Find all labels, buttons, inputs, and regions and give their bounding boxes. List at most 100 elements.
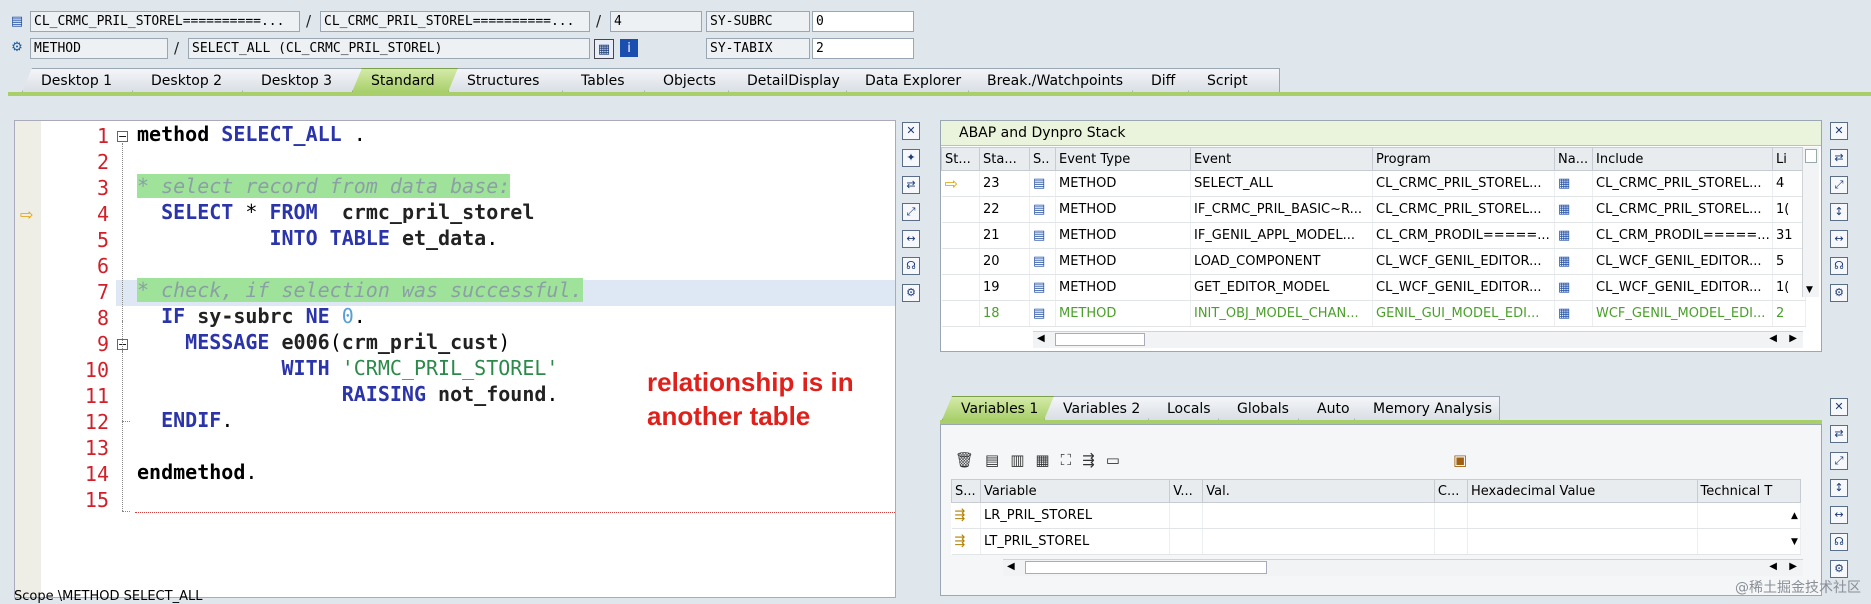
sysvar-value-subrc[interactable]: 0 (812, 11, 914, 32)
tab-structures[interactable]: Structures (448, 68, 578, 92)
settings-icon[interactable]: ⚙ (1830, 560, 1848, 578)
navigate-icon[interactable]: ▦ (594, 39, 614, 59)
fullscreen-icon[interactable]: ⤢ (902, 203, 920, 221)
scroll-thumb[interactable] (1055, 333, 1145, 346)
table-row[interactable]: ⇶ LR_PRIL_STOREL (951, 502, 1802, 529)
variables-horizontal-scrollbar[interactable]: ◀ ◀ ▶ (1003, 559, 1803, 576)
col-hex-value[interactable]: Hexadecimal Value (1466, 479, 1698, 503)
col-line[interactable]: Li (1772, 147, 1806, 171)
table-row[interactable]: 20 ▤ METHOD LOAD_COMPONENT CL_WCF_GENIL_… (941, 248, 1806, 275)
table-icon[interactable]: ▤ (985, 451, 1010, 469)
tab-objects[interactable]: Objects (644, 68, 744, 92)
class-field[interactable]: CL_CRMC_PRIL_STOREL==========... (30, 11, 300, 32)
col-v[interactable]: V... (1169, 479, 1204, 503)
navigate-icon[interactable]: ▦ (1558, 202, 1570, 217)
scroll-left-icon[interactable]: ◀ (1037, 333, 1045, 344)
export-icon[interactable]: ▦ (1035, 451, 1060, 469)
col-program[interactable]: Program (1372, 147, 1555, 171)
scroll-right-icon[interactable]: ▶ (1789, 561, 1797, 572)
col-variable[interactable]: Variable (979, 479, 1171, 503)
table-row[interactable]: 18 ▤ METHOD INIT_OBJ_MODEL_CHAN... GENIL… (941, 300, 1806, 327)
tab-detaildisplay[interactable]: DetailDisplay (728, 68, 862, 92)
copy-icon[interactable]: ▥ (1010, 451, 1035, 469)
navigate-icon[interactable]: ▦ (1558, 254, 1570, 269)
tab-desktop-1[interactable]: Desktop 1 (22, 68, 146, 92)
scroll-left-icon[interactable]: ◀ (1007, 561, 1015, 572)
stack-vertical-scrollbar[interactable]: ▼ (1802, 147, 1819, 297)
line-field[interactable]: 4 (610, 11, 702, 32)
navigate-icon[interactable]: ▦ (1558, 228, 1570, 243)
scroll-right-icon[interactable]: ▶ (1789, 333, 1797, 344)
tab-desktop-2[interactable]: Desktop 2 (132, 68, 258, 92)
table-row[interactable]: ⇶ LT_PRIL_STOREL (951, 528, 1802, 555)
info-icon[interactable]: i (620, 39, 638, 57)
code-text[interactable]: method SELECT_ALL . * select record from… (137, 121, 583, 485)
scroll-thumb[interactable] (1025, 561, 1267, 574)
fold-toggle-icon[interactable]: − (117, 131, 128, 142)
tab-breakpoints[interactable]: Break./Watchpoints (968, 68, 1148, 92)
services-icon[interactable]: ☊ (1830, 257, 1848, 275)
table-row[interactable]: 19 ▤ METHOD GET_EDITOR_MODEL CL_WCF_GENI… (941, 274, 1806, 301)
save-icon[interactable]: ▣ (1453, 451, 1467, 469)
col-c[interactable]: C... (1433, 479, 1468, 503)
col-technical-type[interactable]: Technical T (1696, 479, 1802, 503)
col-level[interactable]: Sta... (979, 147, 1030, 171)
delete-icon[interactable]: 🗑 (955, 451, 985, 469)
column-settings-icon[interactable] (1805, 149, 1817, 163)
scroll-down-icon[interactable]: ▼ (1806, 285, 1813, 295)
fullscreen-icon[interactable]: ⤢ (1830, 452, 1848, 470)
new-tool-icon[interactable]: ✦ (902, 149, 920, 167)
resize-icon[interactable]: ↔ (1830, 230, 1848, 248)
table-row[interactable]: 22 ▤ METHOD IF_CRMC_PRIL_BASIC~R... CL_C… (941, 196, 1806, 223)
tab-variables-2[interactable]: Variables 2 (1044, 396, 1162, 420)
col-na[interactable]: Na... (1554, 147, 1593, 171)
source-editor[interactable]: ⇨ 1 2 3 4 5 6 7 8 9 10 11 12 13 14 15 − … (14, 120, 896, 598)
tab-variables-1[interactable]: Variables 1 (942, 396, 1058, 420)
tab-standard[interactable]: Standard (352, 68, 464, 92)
table-row[interactable]: ⇨ 23 ▤ METHOD SELECT_ALL CL_CRMC_PRIL_ST… (941, 170, 1806, 197)
navigate-icon[interactable]: ▦ (1558, 176, 1570, 191)
type-field[interactable]: METHOD (30, 38, 168, 59)
sysvar-value-tabix[interactable]: 2 (812, 38, 914, 59)
col-s[interactable]: S... (951, 479, 981, 503)
close-icon[interactable]: ✕ (1830, 122, 1848, 140)
services-icon[interactable]: ☊ (1830, 533, 1848, 551)
col-value[interactable]: Val. (1202, 479, 1435, 503)
include-field[interactable]: CL_CRMC_PRIL_STOREL==========... (320, 11, 590, 32)
close-icon[interactable]: ✕ (902, 122, 920, 140)
maximize-vertical-icon[interactable]: ↕ (1830, 479, 1848, 497)
tab-desktop-3[interactable]: Desktop 3 (242, 68, 368, 92)
settings-icon[interactable]: ⚙ (902, 284, 920, 302)
scroll-up-icon[interactable]: ▲ (1791, 511, 1798, 521)
tab-globals[interactable]: Globals (1218, 396, 1312, 420)
col-event[interactable]: Event (1190, 147, 1373, 171)
resize-icon[interactable]: ↔ (902, 230, 920, 248)
scroll-left-icon[interactable]: ◀ (1769, 333, 1777, 344)
col-s[interactable]: S.. (1029, 147, 1056, 171)
table-row[interactable]: 21 ▤ METHOD IF_GENIL_APPL_MODEL... CL_CR… (941, 222, 1806, 249)
folder-icon[interactable]: ▭ (1106, 451, 1131, 469)
swap-tool-icon[interactable]: ⇄ (1830, 425, 1848, 443)
navigate-icon[interactable]: ▦ (1558, 280, 1570, 295)
tab-data-explorer[interactable]: Data Explorer (846, 68, 984, 92)
scroll-left-icon[interactable]: ◀ (1769, 561, 1777, 572)
breakpoint-gutter[interactable]: ⇨ (15, 121, 42, 597)
structure-icon[interactable]: ⛶ (1061, 451, 1083, 469)
swap-tool-icon[interactable]: ⇄ (1830, 149, 1848, 167)
resize-icon[interactable]: ↔ (1830, 506, 1848, 524)
settings-icon[interactable]: ⚙ (1830, 284, 1848, 302)
tab-memory-analysis[interactable]: Memory Analysis (1354, 396, 1500, 420)
navigate-icon[interactable]: ⇶ (1082, 451, 1106, 469)
scroll-down-icon[interactable]: ▼ (1791, 537, 1798, 547)
tab-script[interactable]: Script (1188, 68, 1280, 92)
close-icon[interactable]: ✕ (1830, 398, 1848, 416)
col-include[interactable]: Include (1592, 147, 1773, 171)
services-icon[interactable]: ☊ (902, 257, 920, 275)
col-status[interactable]: St... (941, 147, 980, 171)
navigate-icon[interactable]: ▦ (1558, 306, 1570, 321)
stack-horizontal-scrollbar[interactable]: ◀ ◀ ▶ (1033, 331, 1803, 348)
maximize-vertical-icon[interactable]: ↕ (1830, 203, 1848, 221)
col-event-type[interactable]: Event Type (1055, 147, 1191, 171)
method-field[interactable]: SELECT_ALL (CL_CRMC_PRIL_STOREL) (188, 38, 590, 59)
swap-tool-icon[interactable]: ⇄ (902, 176, 920, 194)
